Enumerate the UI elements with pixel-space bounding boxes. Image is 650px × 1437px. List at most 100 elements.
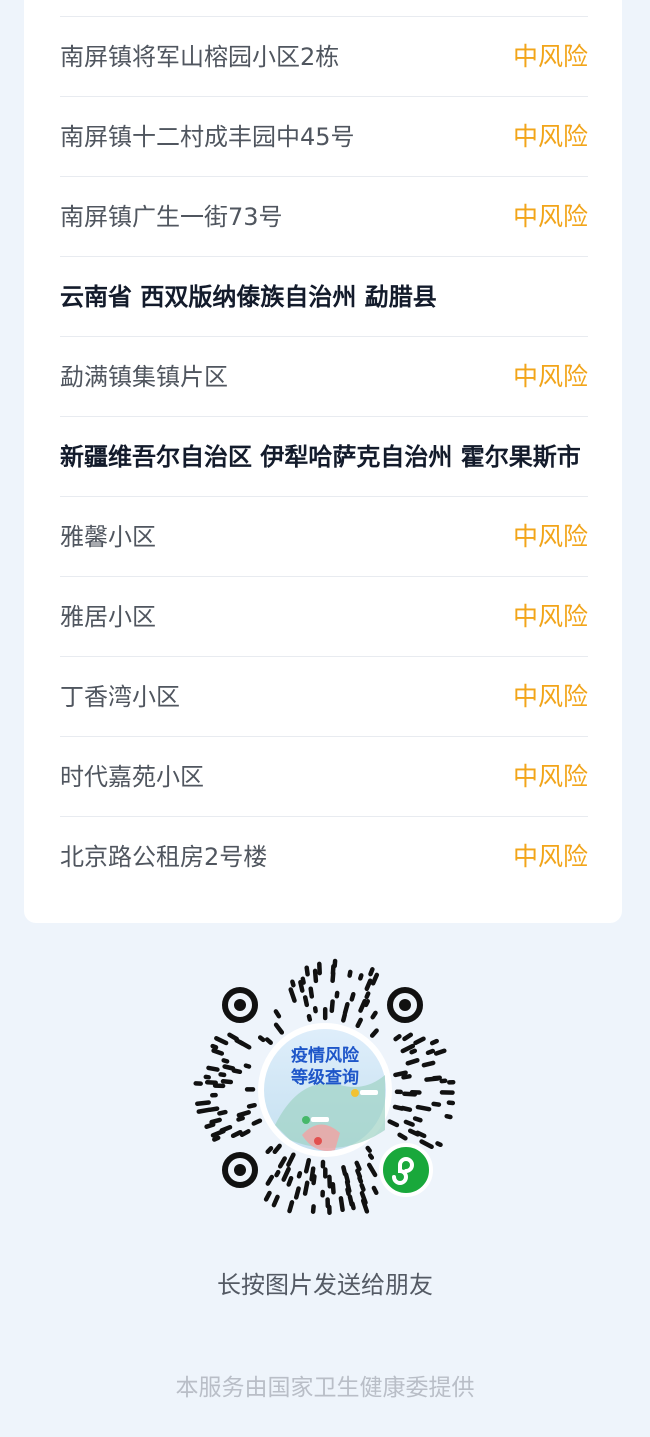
- qr-code-mark: [419, 1139, 434, 1150]
- qr-code-mark: [196, 1107, 212, 1114]
- qr-code-mark: [330, 1181, 336, 1195]
- list-item: 雅馨小区 中风险: [60, 496, 588, 576]
- risk-area-card: 南屏镇将军山榕园小区2栋 中风险 南屏镇十二村成丰园中45号 中风险 南屏镇广生…: [24, 0, 622, 923]
- risk-level: 中风险: [512, 841, 588, 871]
- place-name: 丁香湾小区: [60, 682, 180, 711]
- qr-code-mark: [400, 1105, 413, 1112]
- qr-code-mark: [367, 1153, 375, 1160]
- qr-code-mark: [402, 1032, 414, 1042]
- qr-code-mark: [243, 1063, 252, 1069]
- qr-code-mark: [222, 1064, 236, 1071]
- qr-center-logo: 疫情风险 等级查询: [258, 1023, 392, 1157]
- qr-code-mark: [214, 1036, 229, 1046]
- finder-eye-top-left: [222, 987, 258, 1023]
- qr-code-mark: [405, 1058, 420, 1066]
- qr-code-mark: [293, 1186, 301, 1200]
- qr-code-mark: [347, 969, 353, 978]
- list-item: 南屏镇广生一街73号 中风险: [60, 176, 588, 256]
- qr-code-mark: [210, 1128, 226, 1138]
- place-name: 南屏镇广生一街73号: [60, 202, 283, 231]
- qr-code-mark: [393, 1070, 408, 1078]
- qr-code-mark: [303, 1157, 312, 1174]
- qr-code-mark: [239, 1129, 251, 1138]
- qr-code-mark: [401, 1074, 412, 1080]
- place-name: 雅居小区: [60, 602, 156, 631]
- provider-note: 本服务由国家卫生健康委提供: [175, 1375, 475, 1401]
- qr-code-mark: [349, 991, 356, 1002]
- qr-code-mark: [246, 1102, 257, 1109]
- place-name: 南屏镇十二村成丰园中45号: [60, 122, 355, 151]
- qr-code-mark: [272, 1143, 282, 1155]
- qr-code-mark: [288, 987, 297, 1003]
- qr-code-mark: [387, 1119, 400, 1128]
- qr-code-mark: [358, 973, 364, 981]
- risk-level: 中风险: [512, 361, 588, 391]
- qr-code-mark: [281, 1166, 291, 1182]
- qr-code-mark: [227, 1032, 239, 1042]
- qr-code-mark: [221, 1058, 230, 1064]
- list-item: 南屏镇十二村成丰园中45号 中风险: [60, 96, 588, 176]
- qr-code-graphic[interactable]: 疫情风险 等级查询: [190, 955, 460, 1225]
- qr-code-mark: [397, 1132, 408, 1141]
- qr-code-mark: [415, 1104, 432, 1112]
- risk-level: 中风险: [512, 601, 588, 631]
- place-name: 时代嘉苑小区: [60, 762, 204, 791]
- risk-level: 中风险: [512, 121, 588, 151]
- qr-code-mark: [286, 1175, 294, 1187]
- qr-code-mark: [209, 1117, 222, 1125]
- qr-code-mark: [264, 1037, 273, 1045]
- risk-level: 中风险: [512, 761, 588, 791]
- share-hint: 长按图片发送给朋友: [217, 1271, 433, 1299]
- qr-code-mark: [195, 1100, 211, 1106]
- list-item: 雅居小区 中风险: [60, 576, 588, 656]
- mini-program-code[interactable]: 疫情风险 等级查询: [190, 955, 460, 1225]
- qr-code-mark: [311, 1174, 317, 1186]
- qr-code-mark: [236, 1110, 251, 1118]
- qr-code-mark: [296, 1171, 303, 1179]
- qr-code-mark: [415, 1130, 427, 1139]
- qr-code-mark: [413, 1036, 426, 1046]
- place-name: 勐满镇集镇片区: [60, 362, 228, 391]
- qr-code-mark: [236, 1115, 245, 1122]
- qr-code-mark: [265, 1146, 274, 1155]
- qr-code-mark: [342, 1001, 350, 1016]
- qr-code-mark: [257, 1035, 266, 1043]
- qr-code-mark: [300, 976, 306, 985]
- qr-code-mark: [210, 1043, 219, 1050]
- qr-code-mark: [345, 1187, 351, 1197]
- qr-code-mark: [206, 1065, 220, 1072]
- qr-code-mark: [370, 972, 380, 986]
- qr-code-mark: [355, 1017, 363, 1029]
- qr-code-mark: [212, 1135, 221, 1142]
- qr-code-mark: [231, 1068, 243, 1075]
- qr-code-mark: [204, 1122, 216, 1129]
- finder-eye-top-right: [387, 987, 423, 1023]
- qr-code-mark: [329, 999, 335, 1014]
- qr-code-mark: [403, 1119, 415, 1127]
- qr-code-mark: [304, 965, 310, 977]
- qr-code-mark: [366, 1162, 378, 1178]
- qr-code-mark: [265, 1174, 275, 1186]
- qr-code-mark: [431, 1075, 442, 1081]
- qr-code-mark: [409, 1048, 418, 1055]
- qr-code-mark: [354, 1160, 362, 1172]
- qr-title-line1: 疫情风险: [291, 1045, 360, 1066]
- list-item: 勐满镇集镇片区 中风险: [60, 336, 588, 416]
- qr-code-mark: [338, 1196, 345, 1213]
- region-header: 云南省 西双版纳傣族自治州 勐腊县: [60, 256, 588, 336]
- risk-level: 中风险: [512, 681, 588, 711]
- qr-code-mark: [365, 1145, 372, 1153]
- qr-code-mark: [290, 979, 296, 988]
- qr-code-mark: [357, 1175, 364, 1184]
- qr-code-mark: [204, 1080, 218, 1086]
- qr-code-mark: [302, 1180, 310, 1196]
- qr-code-mark: [302, 995, 310, 1008]
- qr-code-mark: [230, 1129, 243, 1139]
- qr-code-mark: [393, 1034, 402, 1042]
- qr-code-mark: [310, 1204, 316, 1214]
- qr-code-mark: [368, 967, 375, 977]
- qr-code-mark: [371, 1185, 379, 1196]
- qr-code-mark: [364, 991, 371, 1000]
- risk-level: 中风险: [512, 201, 588, 231]
- qr-code-mark: [359, 1182, 366, 1192]
